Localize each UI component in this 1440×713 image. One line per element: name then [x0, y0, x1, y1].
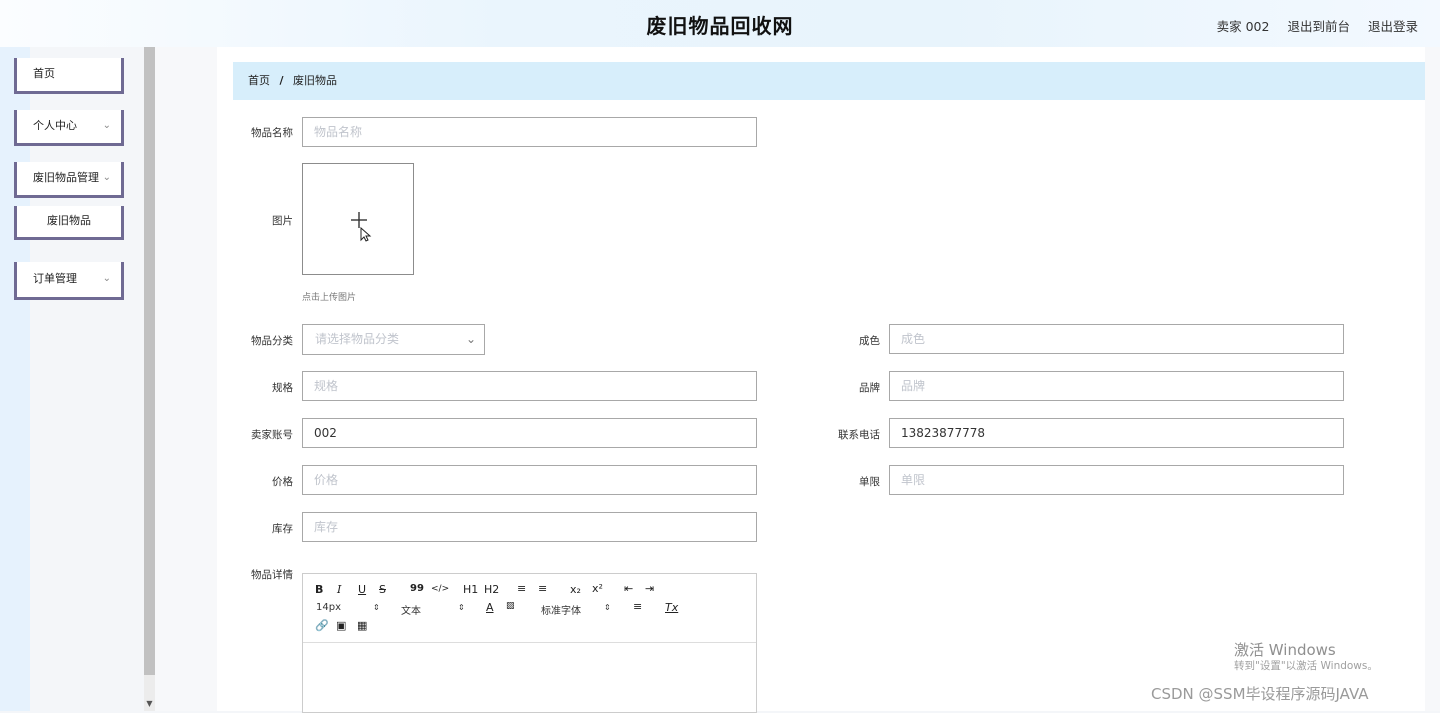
image-upload[interactable]: [302, 163, 414, 275]
sidebar: 首页 个人中心 ⌄ 废旧物品管理 ⌄ 废旧物品 订单管理 ⌄: [0, 47, 145, 711]
indent-icon[interactable]: ⇥: [645, 582, 654, 595]
sidebar-item-label: 废旧物品: [47, 214, 91, 227]
video-icon[interactable]: ▦: [357, 619, 367, 632]
csdn-watermark: CSDN @SSM毕设程序源码JAVA: [1151, 685, 1369, 703]
price-input[interactable]: [302, 465, 757, 495]
font-family-select[interactable]: 标准字体 ⇕: [541, 602, 613, 617]
phone-label: 联系电话: [838, 429, 880, 441]
condition-input[interactable]: [889, 324, 1344, 354]
upload-hint: 点击上传图片: [302, 293, 357, 303]
sidebar-item-label: 订单管理: [33, 272, 77, 285]
item-name-label: 物品名称: [251, 127, 293, 139]
windows-activation-subtitle: 转到"设置"以激活 Windows。: [1234, 660, 1378, 672]
sidebar-item-label: 首页: [33, 67, 55, 80]
breadcrumb-current: 废旧物品: [293, 74, 338, 87]
chevron-down-icon: ⌄: [465, 332, 476, 346]
category-placeholder: 请选择物品分类: [315, 332, 400, 346]
h1-button[interactable]: H1: [463, 583, 478, 596]
sidebar-item-label: 个人中心: [33, 119, 77, 132]
seller-account-input[interactable]: [302, 418, 757, 448]
windows-activation-title: 激活 Windows: [1234, 641, 1336, 659]
brand-label: 品牌: [859, 382, 880, 394]
updown-icon: ⇕: [458, 603, 465, 612]
ordered-list-icon[interactable]: ≡: [517, 582, 526, 595]
breadcrumb-home[interactable]: 首页: [248, 74, 270, 87]
stock-input[interactable]: [302, 512, 757, 542]
align-icon[interactable]: ≡: [633, 600, 642, 613]
font-size-value: 14px: [316, 602, 341, 613]
bold-button[interactable]: B: [315, 583, 323, 596]
image-label: 图片: [272, 215, 293, 227]
updown-icon: ⇕: [373, 603, 380, 612]
scroll-down-arrow-icon[interactable]: ▼: [144, 697, 155, 711]
subscript-button[interactable]: x₂: [570, 583, 581, 596]
condition-label: 成色: [859, 335, 880, 347]
item-name-input[interactable]: [302, 117, 757, 147]
breadcrumb-separator: /: [279, 74, 284, 87]
sidebar-item-personal-center[interactable]: 个人中心 ⌄: [14, 110, 124, 146]
superscript-button[interactable]: x²: [592, 582, 603, 595]
top-header: 废旧物品回收网 卖家 002 退出到前台 退出登录: [0, 0, 1440, 47]
chevron-down-icon: ⌄: [102, 172, 111, 183]
sidebar-item-home[interactable]: 首页: [14, 58, 124, 94]
to-front-link[interactable]: 退出到前台: [1287, 16, 1350, 35]
image-icon[interactable]: ▣: [336, 619, 346, 632]
spec-input[interactable]: [302, 371, 757, 401]
text-style-select[interactable]: 文本 ⇕: [401, 602, 467, 617]
underline-button[interactable]: U: [358, 583, 366, 596]
link-icon[interactable]: 🔗: [315, 619, 329, 632]
font-family-value: 标准字体: [541, 606, 581, 617]
h2-button[interactable]: H2: [484, 583, 499, 596]
limit-input[interactable]: [889, 465, 1344, 495]
chevron-down-icon: ⌄: [102, 273, 111, 284]
stock-label: 库存: [272, 523, 293, 535]
outdent-icon[interactable]: ⇤: [624, 582, 633, 595]
background-color-icon[interactable]: ▨: [506, 601, 515, 611]
code-button[interactable]: </>: [431, 584, 449, 594]
logout-link[interactable]: 退出登录: [1368, 16, 1418, 35]
brand-input[interactable]: [889, 371, 1344, 401]
seller-account-label: 卖家账号: [251, 429, 293, 441]
price-label: 价格: [272, 476, 293, 488]
sidebar-item-order-management[interactable]: 订单管理 ⌄: [14, 262, 124, 300]
sidebar-item-waste-items[interactable]: 废旧物品: [14, 206, 124, 240]
quote-button[interactable]: 99: [410, 583, 424, 594]
phone-input[interactable]: [889, 418, 1344, 448]
chevron-down-icon: ⌄: [102, 120, 111, 131]
sidebar-scrollbar-thumb[interactable]: [144, 47, 155, 675]
category-select[interactable]: 请选择物品分类 ⌄: [302, 324, 485, 355]
rich-text-editor[interactable]: B I U S 99 </> H1 H2 ≡ ≡ x₂ x² ⇤ ⇥ 14px …: [302, 573, 757, 713]
updown-icon: ⇕: [604, 603, 611, 612]
breadcrumb: 首页 / 废旧物品: [233, 62, 1425, 100]
sidebar-item-waste-management[interactable]: 废旧物品管理 ⌄: [14, 162, 124, 198]
details-label: 物品详情: [251, 569, 293, 581]
text-style-value: 文本: [401, 606, 421, 617]
category-label: 物品分类: [251, 335, 293, 347]
top-links: 卖家 002 退出到前台 退出登录: [1217, 16, 1418, 35]
bullet-list-icon[interactable]: ≡: [538, 582, 547, 595]
font-color-icon[interactable]: A: [486, 601, 494, 614]
clear-format-button[interactable]: Tx: [665, 601, 678, 614]
editor-toolbar: B I U S 99 </> H1 H2 ≡ ≡ x₂ x² ⇤ ⇥ 14px …: [303, 574, 756, 643]
strike-button[interactable]: S: [379, 583, 386, 596]
limit-label: 单限: [859, 476, 880, 488]
sidebar-item-label: 废旧物品管理: [33, 171, 99, 184]
italic-button[interactable]: I: [337, 583, 341, 596]
spec-label: 规格: [272, 382, 293, 394]
user-label: 卖家 002: [1216, 19, 1270, 34]
font-size-select[interactable]: 14px ⇕: [316, 602, 382, 613]
plus-icon: [351, 212, 372, 242]
